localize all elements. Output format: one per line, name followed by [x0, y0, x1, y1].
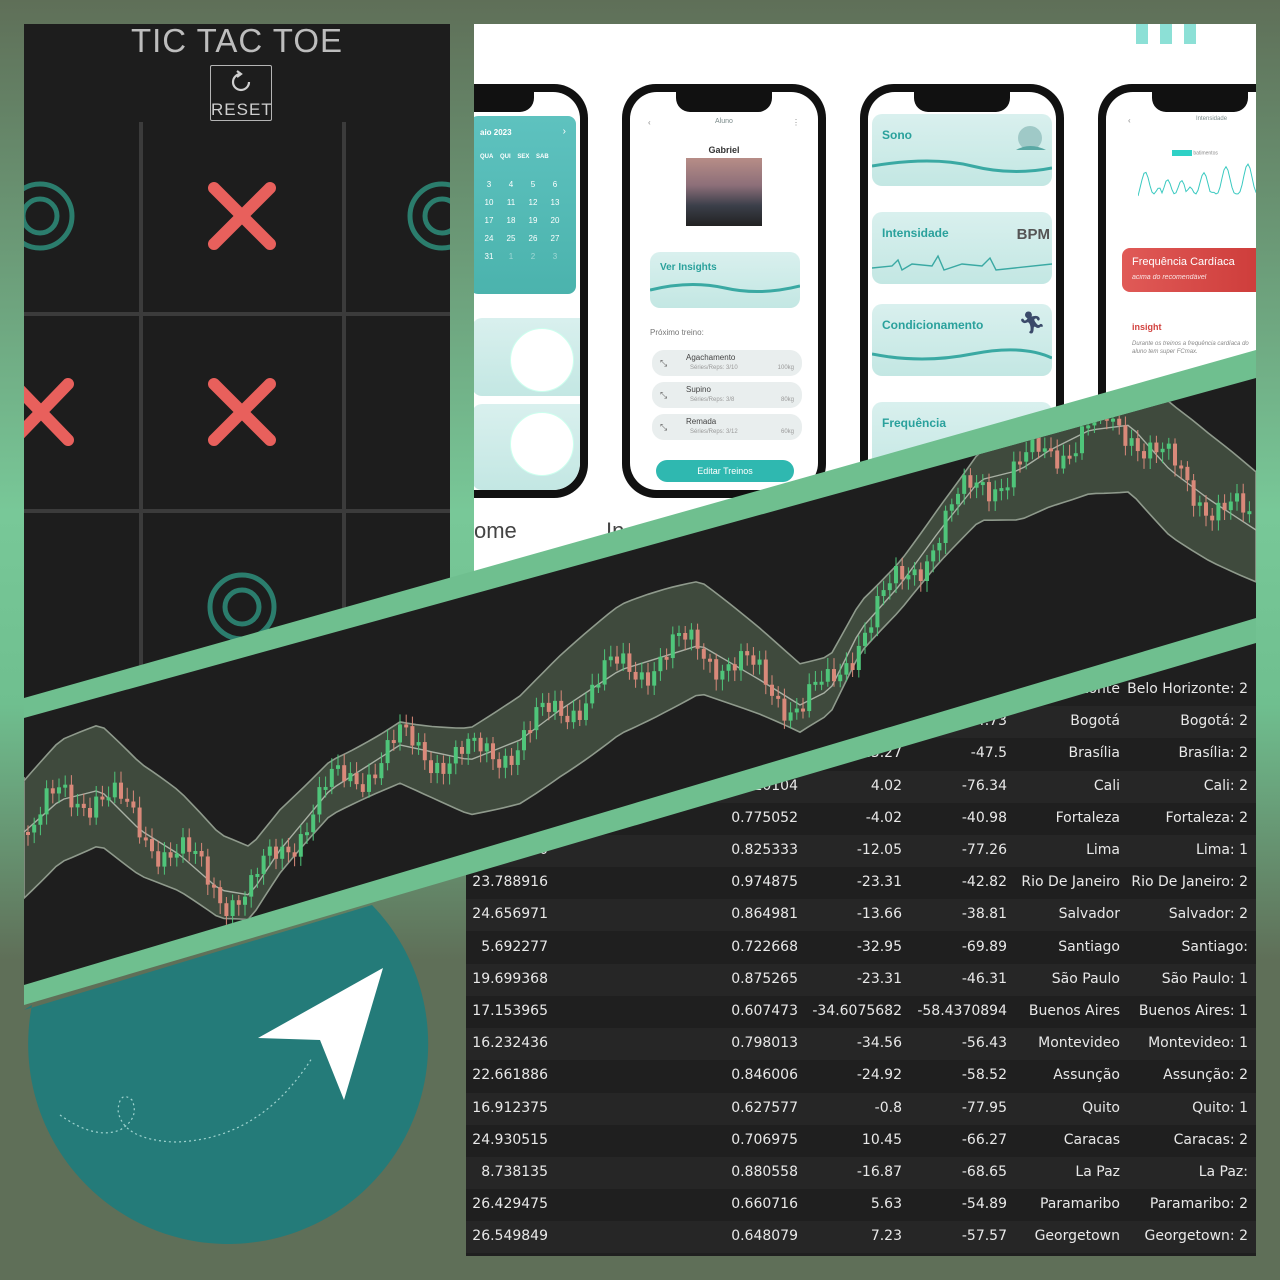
- navigation-panel: [24, 905, 429, 1244]
- nav-badge[interactable]: [24, 905, 429, 1244]
